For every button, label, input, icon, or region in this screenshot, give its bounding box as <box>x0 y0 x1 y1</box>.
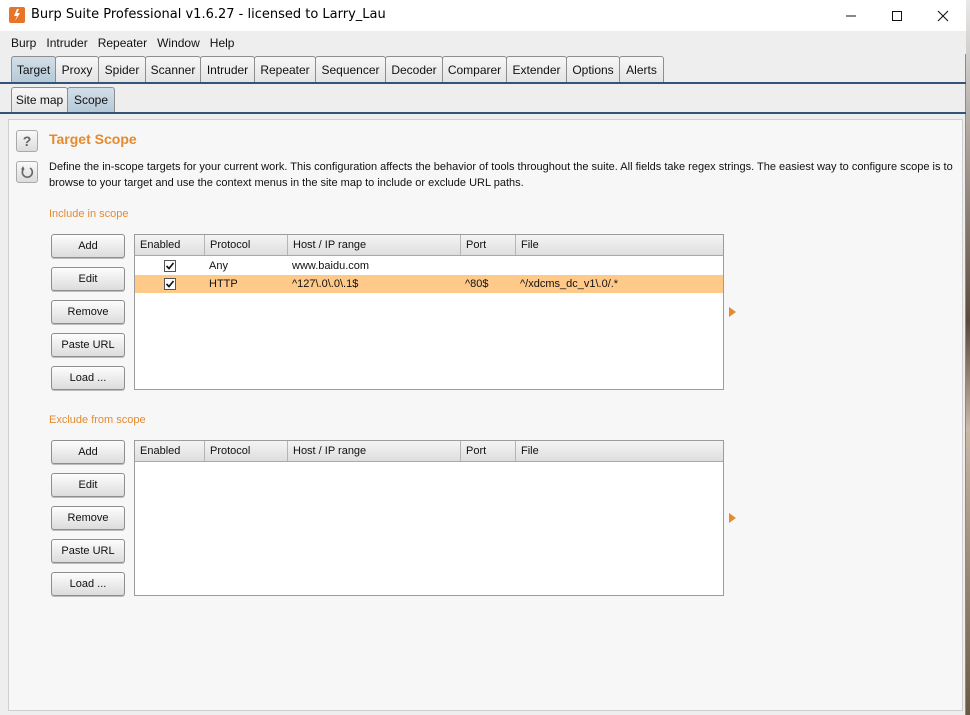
table-header: Enabled Protocol Host / IP range Port Fi… <box>135 235 723 256</box>
tab-site-map[interactable]: Site map <box>11 87 68 112</box>
host-cell: www.baidu.com <box>292 260 370 272</box>
column-file[interactable]: File <box>516 441 723 461</box>
port-cell: ^80$ <box>465 278 489 290</box>
file-cell: ^/xdcms_dc_v1\.0/.* <box>520 278 619 290</box>
tab-extender[interactable]: Extender <box>506 56 567 82</box>
include-load-button[interactable]: Load ... <box>51 366 125 390</box>
help-icon[interactable]: ? <box>16 130 38 152</box>
main-tab-underline <box>0 82 966 84</box>
menu-window[interactable]: Window <box>152 36 205 50</box>
table-row[interactable]: Any www.baidu.com <box>135 257 723 275</box>
exclude-add-button[interactable]: Add <box>51 440 125 464</box>
maximize-button[interactable] <box>874 0 920 31</box>
column-enabled[interactable]: Enabled <box>135 235 205 255</box>
sub-tab-underline <box>0 112 966 114</box>
menu-repeater[interactable]: Repeater <box>93 36 152 50</box>
include-add-button[interactable]: Add <box>51 234 125 258</box>
protocol-cell: HTTP <box>209 278 238 290</box>
column-protocol[interactable]: Protocol <box>205 441 288 461</box>
window-title: Burp Suite Professional v1.6.27 - licens… <box>31 7 386 22</box>
burp-logo-icon <box>9 7 25 23</box>
tab-options[interactable]: Options <box>566 56 620 82</box>
exclude-remove-button[interactable]: Remove <box>51 506 125 530</box>
help-icon-glyph: ? <box>22 133 32 149</box>
include-remove-button[interactable]: Remove <box>51 300 125 324</box>
minimize-button[interactable] <box>828 0 874 31</box>
column-port[interactable]: Port <box>461 235 516 255</box>
include-paste-url-button[interactable]: Paste URL <box>51 333 125 357</box>
column-enabled[interactable]: Enabled <box>135 441 205 461</box>
column-protocol[interactable]: Protocol <box>205 235 288 255</box>
main-tab-bar: Target Proxy Spider Scanner Intruder Rep… <box>0 56 966 83</box>
column-port[interactable]: Port <box>461 441 516 461</box>
menu-help[interactable]: Help <box>205 36 240 50</box>
include-scope-label: Include in scope <box>49 208 129 220</box>
table-row-selected[interactable]: HTTP ^127\.0\.0\.1$ ^80$ ^/xdcms_dc_v1\.… <box>135 275 723 293</box>
exclude-scope-label: Exclude from scope <box>49 414 146 426</box>
file-cell <box>516 257 520 275</box>
exclude-paste-url-button[interactable]: Paste URL <box>51 539 125 563</box>
scope-panel: ? Target Scope Define the in-scope targe… <box>8 119 963 711</box>
tab-sequencer[interactable]: Sequencer <box>315 56 386 82</box>
tab-scope[interactable]: Scope <box>67 87 115 112</box>
title-bar: Burp Suite Professional v1.6.27 - licens… <box>0 0 966 31</box>
menu-bar: Burp Intruder Repeater Window Help <box>0 31 966 54</box>
table-header: Enabled Protocol Host / IP range Port Fi… <box>135 441 723 462</box>
exclude-expand-arrow-icon[interactable] <box>729 513 736 523</box>
enabled-checkbox[interactable] <box>164 260 176 272</box>
scope-description: Define the in-scope targets for your cur… <box>49 161 953 189</box>
tab-alerts[interactable]: Alerts <box>619 56 664 82</box>
tab-intruder[interactable]: Intruder <box>200 56 255 82</box>
protocol-cell: Any <box>209 260 228 272</box>
enabled-checkbox[interactable] <box>164 278 176 290</box>
tab-repeater[interactable]: Repeater <box>254 56 316 82</box>
tab-proxy[interactable]: Proxy <box>55 56 99 82</box>
tab-spider[interactable]: Spider <box>98 56 146 82</box>
include-expand-arrow-icon[interactable] <box>729 307 736 317</box>
tab-target[interactable]: Target <box>11 56 56 82</box>
port-cell <box>461 257 465 275</box>
exclude-load-button[interactable]: Load ... <box>51 572 125 596</box>
restore-defaults-icon[interactable] <box>16 161 38 183</box>
column-file[interactable]: File <box>516 235 723 255</box>
host-cell: ^127\.0\.0\.1$ <box>292 278 359 290</box>
include-scope-table: Enabled Protocol Host / IP range Port Fi… <box>134 234 724 390</box>
menu-burp[interactable]: Burp <box>6 36 41 50</box>
include-edit-button[interactable]: Edit <box>51 267 125 291</box>
exclude-edit-button[interactable]: Edit <box>51 473 125 497</box>
tab-decoder[interactable]: Decoder <box>385 56 443 82</box>
tab-comparer[interactable]: Comparer <box>442 56 507 82</box>
close-button[interactable] <box>920 0 966 31</box>
column-host[interactable]: Host / IP range <box>288 441 461 461</box>
sub-tab-bar: Site map Scope <box>11 87 115 112</box>
column-host[interactable]: Host / IP range <box>288 235 461 255</box>
exclude-scope-table: Enabled Protocol Host / IP range Port Fi… <box>134 440 724 596</box>
menu-intruder[interactable]: Intruder <box>41 36 92 50</box>
desktop-background <box>966 0 970 715</box>
burp-window: Burp Suite Professional v1.6.27 - licens… <box>0 0 966 715</box>
tab-scanner[interactable]: Scanner <box>145 56 201 82</box>
page-title: Target Scope <box>49 131 137 147</box>
